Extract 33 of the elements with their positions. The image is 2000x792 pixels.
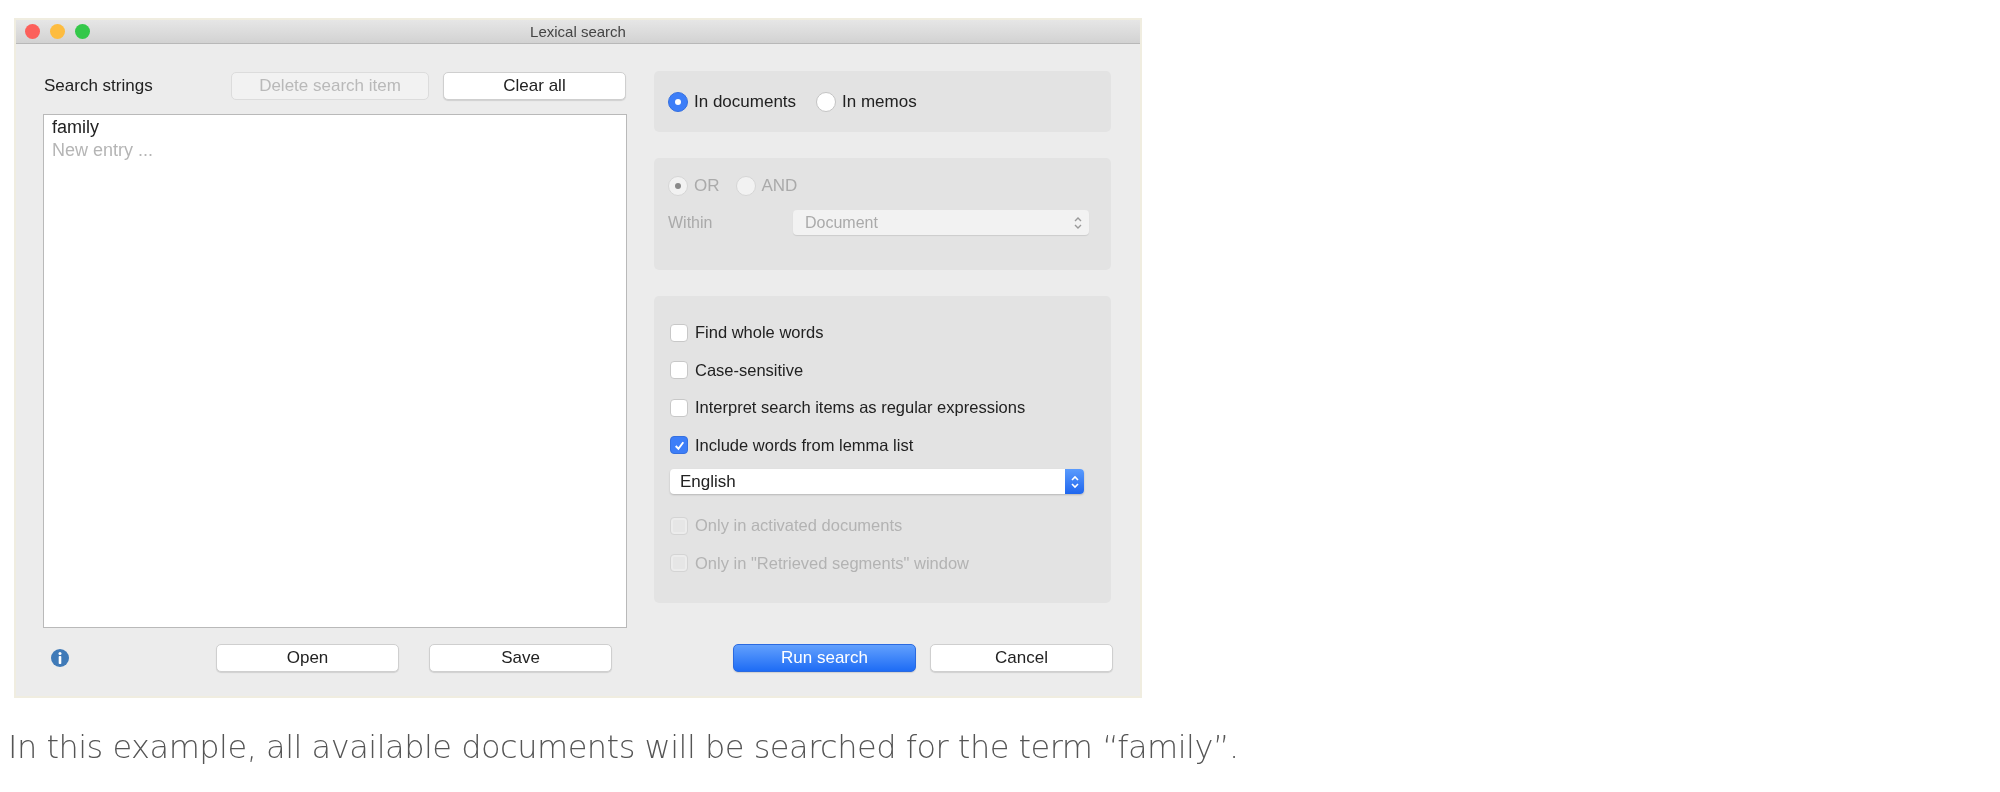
language-dropdown[interactable]: English: [670, 469, 1084, 494]
radio-label: In documents: [694, 91, 797, 112]
clear-button[interactable]: Clear all: [443, 71, 626, 100]
checkbox[interactable]: [670, 398, 688, 417]
save-button[interactable]: Save: [429, 643, 612, 672]
within-label: Within: [668, 213, 714, 232]
zoom-icon[interactable]: [75, 24, 90, 39]
window-title: Lexical search: [530, 23, 626, 40]
radio-button[interactable]: [816, 91, 837, 112]
checkbox[interactable]: [670, 361, 688, 379]
checkbox-label: Find whole words: [695, 323, 824, 342]
close-icon[interactable]: [25, 24, 40, 39]
caption-text: In this example, all available documents will be searched for the term “family”.: [8, 728, 1240, 766]
radio-button[interactable]: [668, 91, 688, 112]
chevron-icon: [1073, 215, 1083, 230]
checkbox[interactable]: [670, 436, 688, 454]
checkbox[interactable]: [670, 323, 688, 342]
minimize-icon[interactable]: [50, 24, 65, 39]
new-entry-field[interactable]: New entry ...: [52, 139, 252, 162]
radio-label: OR: [694, 176, 720, 196]
section-label: Search strings: [43, 75, 154, 96]
chevron-icon: [1069, 474, 1080, 489]
checkbox-label: Include words from lemma list: [695, 435, 914, 455]
checkbox-label: Interpret search items as regular expressions: [695, 398, 1026, 417]
checkbox-label: Case-sensitive: [695, 360, 804, 380]
radio-label: AND: [761, 176, 798, 196]
list-entry[interactable]: family: [52, 116, 99, 139]
info-icon[interactable]: [50, 647, 70, 668]
cancel-button[interactable]: Cancel: [930, 644, 1113, 672]
run-search-button[interactable]: Run search: [733, 644, 916, 672]
radio-label: In memos: [842, 91, 917, 112]
open-button[interactable]: Open: [216, 643, 399, 672]
search-list[interactable]: family New entry ...: [43, 114, 627, 628]
